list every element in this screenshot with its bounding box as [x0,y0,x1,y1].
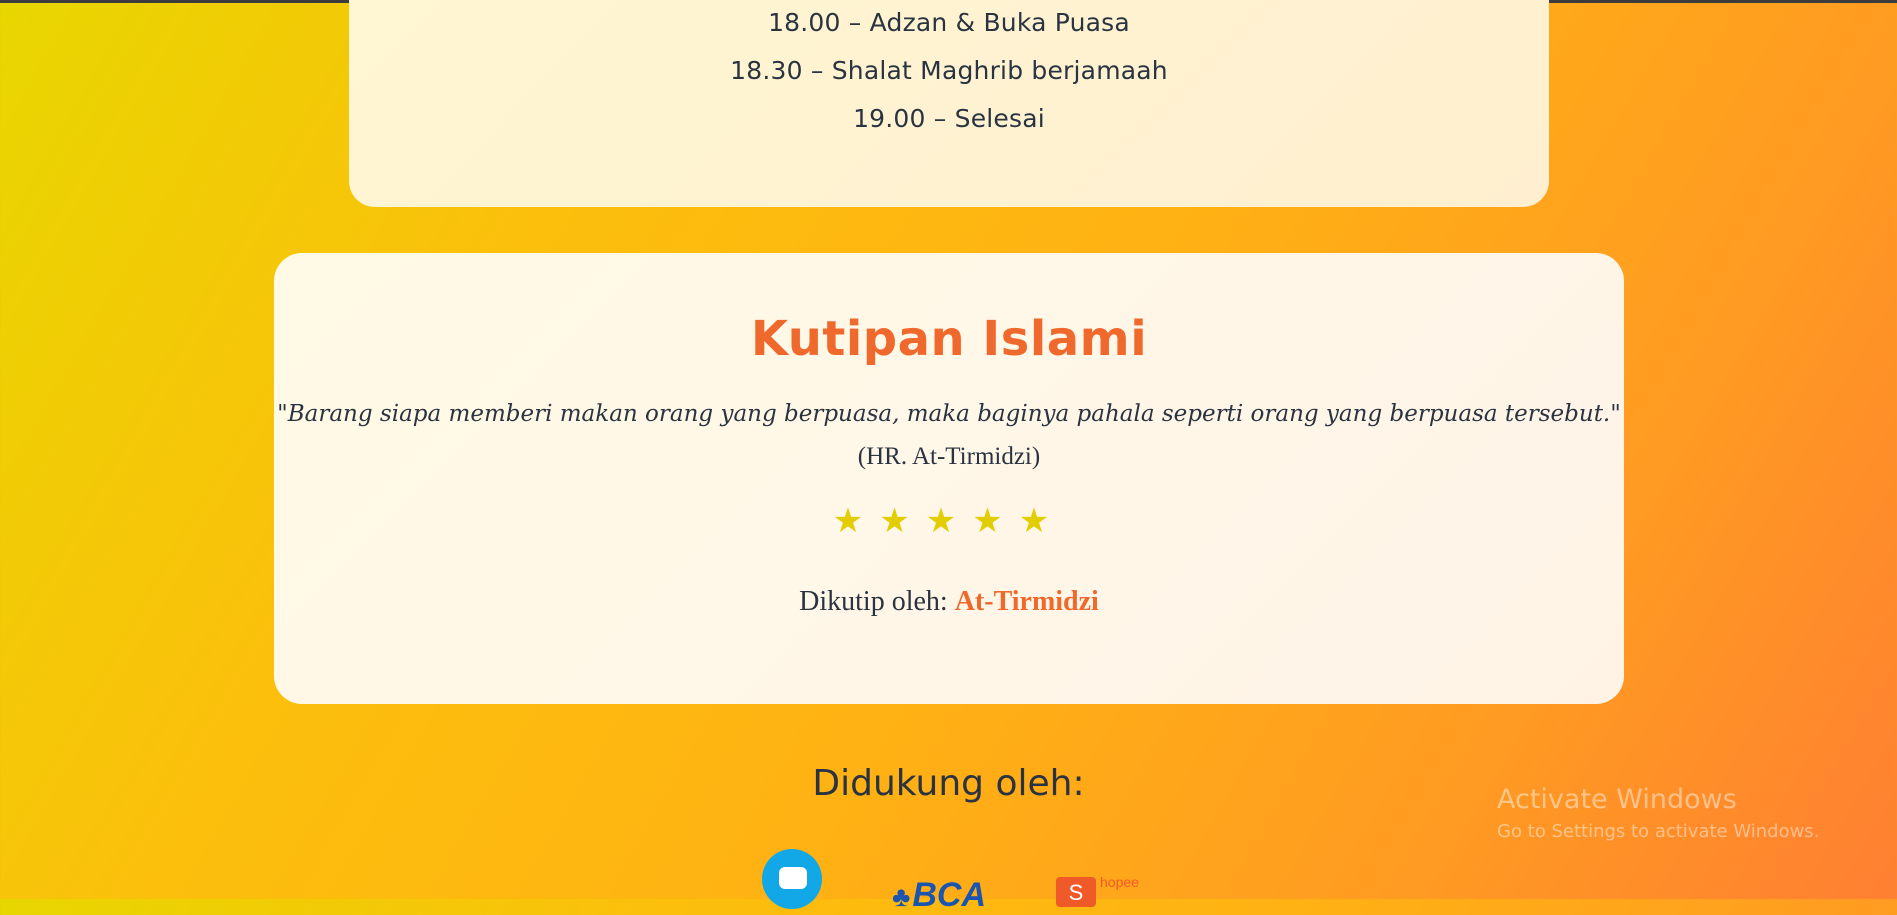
quote-title: Kutipan Islami [750,311,1148,367]
quoted-by-author: At-Tirmidzi [954,586,1099,617]
schedule-card: 18.00 – Adzan & Buka Puasa 18.30 – Shala… [349,0,1549,207]
watermark-title: Activate Windows [1497,784,1737,815]
bca-logo: ♣BCA [892,876,986,915]
wallet-card-icon [779,867,807,889]
schedule-item: 19.00 – Selesai [853,104,1045,133]
quote-text: "Barang siapa memberi makan orang yang b… [277,401,1621,427]
shopeepay-logo: S [1056,877,1096,907]
windows-activation-watermark: Activate Windows Go to Settings to activ… [1497,784,1819,842]
quoted-by: Dikutip oleh: At-Tirmidzi [274,586,1624,618]
quoted-by-label: Dikutip oleh: [799,586,955,617]
star-rating: ★★★★★ [832,501,1066,541]
shopeepay-logo-text: hopee [1100,874,1139,890]
quote-card: Kutipan Islami "Barang siapa memberi mak… [274,253,1624,704]
bca-mark-icon: ♣ [892,881,911,912]
watermark-subtitle: Go to Settings to activate Windows. [1497,821,1820,842]
schedule-item: 18.30 – Shalat Maghrib berjamaah [730,56,1168,85]
schedule-item: 18.00 – Adzan & Buka Puasa [768,8,1130,37]
bca-logo-text: BCA [912,876,987,914]
wallet-logo [762,849,822,909]
quote-source: (HR. At-Tirmidzi) [857,443,1041,470]
